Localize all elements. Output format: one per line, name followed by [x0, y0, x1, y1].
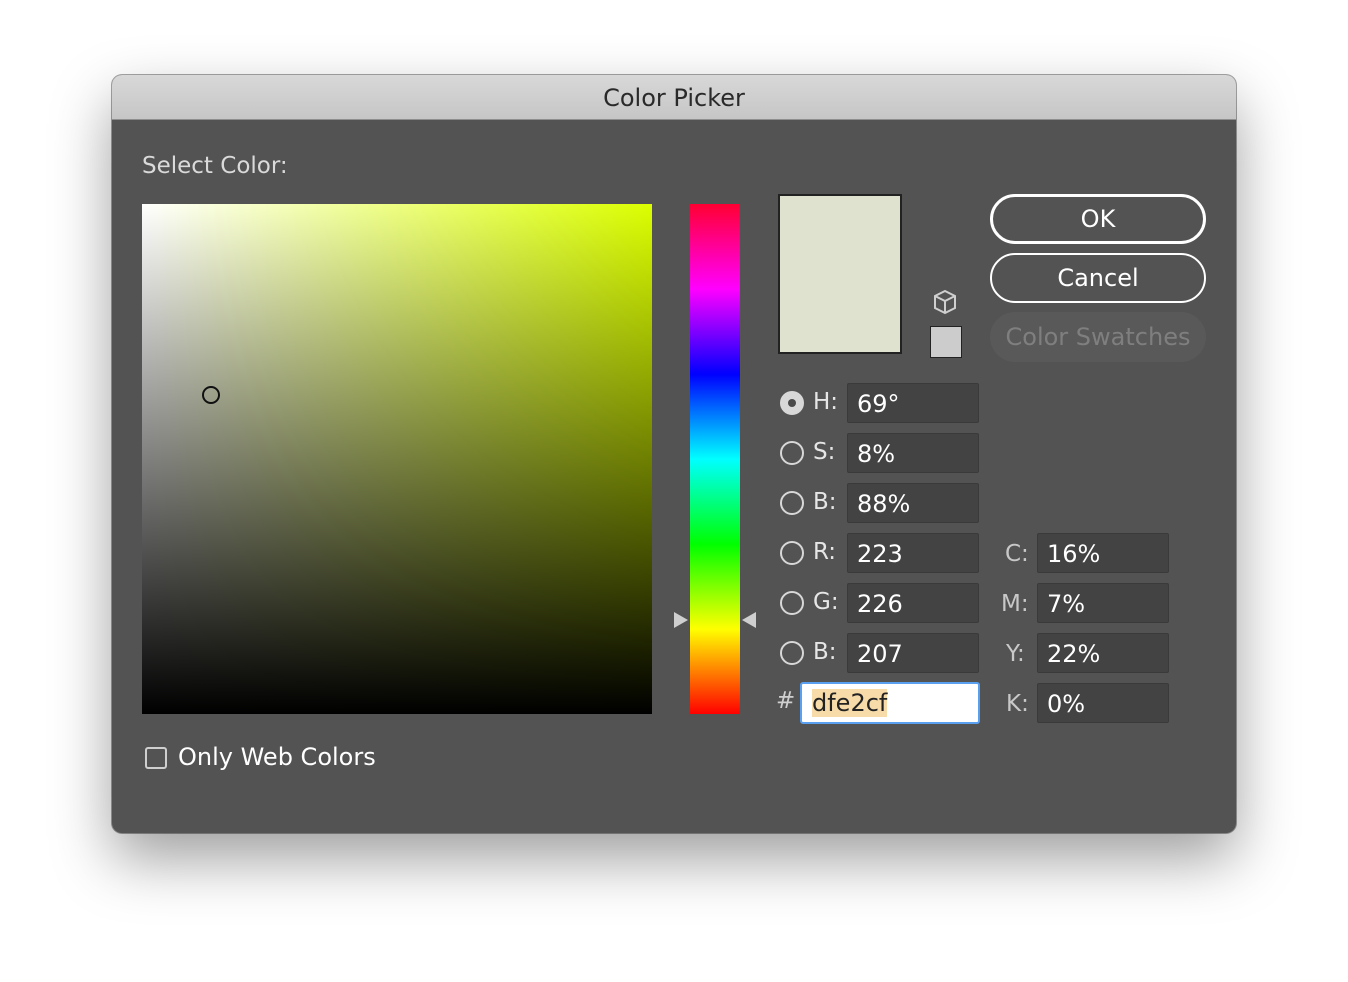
radio-hue[interactable]: [780, 391, 804, 415]
saturation-label: S:: [813, 439, 836, 465]
saturation-input[interactable]: 8%: [847, 433, 979, 473]
hex-symbol: #: [776, 688, 796, 714]
blue-label: B:: [813, 639, 837, 665]
brightness-label: B:: [813, 489, 837, 515]
only-web-colors-checkbox[interactable]: [145, 747, 167, 769]
green-input[interactable]: 226: [847, 583, 979, 623]
cyan-input[interactable]: 16%: [1037, 533, 1169, 573]
cyan-label: C:: [1005, 541, 1029, 567]
dialog-title: Color Picker: [112, 75, 1236, 120]
magenta-label: M:: [1001, 591, 1029, 617]
red-label: R:: [813, 539, 837, 565]
green-label: G:: [813, 589, 839, 615]
ok-button-label: OK: [1080, 205, 1116, 233]
color-swatches-button-label: Color Swatches: [1005, 323, 1191, 351]
blue-input[interactable]: 207: [847, 633, 979, 673]
color-swatches-button[interactable]: Color Swatches: [990, 312, 1206, 362]
hex-input[interactable]: dfe2cf: [800, 682, 980, 724]
radio-red[interactable]: [780, 541, 804, 565]
hue-label: H:: [813, 389, 839, 415]
brightness-input[interactable]: 88%: [847, 483, 979, 523]
cube-icon[interactable]: [932, 289, 958, 315]
only-web-colors-label[interactable]: Only Web Colors: [178, 743, 376, 771]
ok-button[interactable]: OK: [990, 194, 1206, 244]
color-picker-dialog: Color Picker Select Color: OK Cancel Col…: [112, 75, 1236, 833]
yellow-input[interactable]: 22%: [1037, 633, 1169, 673]
cancel-button[interactable]: Cancel: [990, 253, 1206, 303]
radio-saturation[interactable]: [780, 441, 804, 465]
cancel-button-label: Cancel: [1057, 264, 1139, 292]
hue-slider-left-arrow-icon[interactable]: [674, 612, 688, 628]
magenta-input[interactable]: 7%: [1037, 583, 1169, 623]
hue-slider[interactable]: [690, 204, 740, 714]
radio-brightness[interactable]: [780, 491, 804, 515]
red-input[interactable]: 223: [847, 533, 979, 573]
radio-green[interactable]: [780, 591, 804, 615]
hex-input-selection: dfe2cf: [812, 689, 888, 717]
hue-input[interactable]: 69°: [847, 383, 979, 423]
radio-blue[interactable]: [780, 641, 804, 665]
black-input[interactable]: 0%: [1037, 683, 1169, 723]
hue-slider-right-arrow-icon[interactable]: [742, 612, 756, 628]
web-safe-swatch[interactable]: [930, 326, 962, 358]
color-field-cursor[interactable]: [202, 386, 220, 404]
color-field[interactable]: [142, 204, 652, 714]
yellow-label: Y:: [1006, 641, 1025, 667]
select-color-label: Select Color:: [142, 153, 288, 179]
black-label: K:: [1006, 691, 1029, 717]
color-preview: [778, 194, 902, 354]
